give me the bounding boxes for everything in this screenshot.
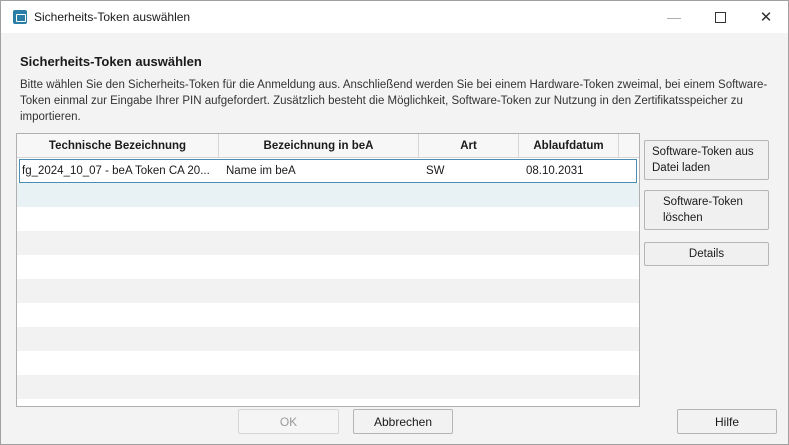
empty-row bbox=[17, 207, 639, 231]
dialog-window: Sicherheits-Token auswählen — ✕ Sicherhe… bbox=[0, 0, 789, 445]
delete-software-token-button[interactable]: Software-Token löschen bbox=[644, 190, 769, 230]
token-table: Technische Bezeichnung Bezeichnung in be… bbox=[16, 133, 640, 407]
empty-row bbox=[17, 183, 639, 207]
close-icon: ✕ bbox=[759, 9, 773, 26]
maximize-icon bbox=[714, 11, 726, 23]
column-header-name[interactable]: Bezeichnung in beA bbox=[219, 134, 419, 157]
minimize-button[interactable]: — bbox=[651, 1, 697, 33]
dialog-description: Bitte wählen Sie den Sicherheits-Token f… bbox=[20, 79, 768, 123]
cell-expiry: 08.10.2031 bbox=[526, 165, 584, 177]
minimize-icon: — bbox=[667, 9, 681, 25]
empty-row bbox=[17, 255, 639, 279]
empty-row bbox=[17, 351, 639, 375]
empty-row bbox=[17, 231, 639, 255]
ok-button[interactable]: OK bbox=[238, 409, 339, 434]
delete-button-label-line2: löschen bbox=[663, 212, 703, 224]
cancel-button[interactable]: Abbrechen bbox=[353, 409, 453, 434]
table-row[interactable]: fg_2024_10_07 - beA Token CA 20... Name … bbox=[19, 159, 637, 183]
cell-name: Name im beA bbox=[226, 165, 296, 177]
cell-technical: fg_2024_10_07 - beA Token CA 20... bbox=[22, 165, 210, 177]
dialog-heading: Sicherheits-Token auswählen bbox=[20, 54, 202, 69]
window-title: Sicherheits-Token auswählen bbox=[34, 10, 191, 24]
column-header-expiry[interactable]: Ablaufdatum bbox=[519, 134, 619, 157]
title-bar: Sicherheits-Token auswählen — ✕ bbox=[1, 1, 788, 33]
help-button[interactable]: Hilfe bbox=[677, 409, 777, 434]
load-button-label-line2: Datei laden bbox=[652, 162, 711, 174]
column-header-technical[interactable]: Technische Bezeichnung bbox=[17, 134, 219, 157]
table-header: Technische Bezeichnung Bezeichnung in be… bbox=[17, 134, 639, 158]
app-icon bbox=[13, 10, 27, 24]
empty-row bbox=[17, 303, 639, 327]
empty-row bbox=[17, 375, 639, 399]
empty-row bbox=[17, 327, 639, 351]
dialog-content: Sicherheits-Token auswählen Bitte wählen… bbox=[1, 33, 788, 444]
load-software-token-button[interactable]: Software-Token aus Datei laden bbox=[644, 140, 769, 180]
cell-type: SW bbox=[426, 165, 445, 177]
empty-row bbox=[17, 279, 639, 303]
delete-button-label-line1: Software-Token bbox=[663, 196, 743, 208]
load-button-label-line1: Software-Token aus bbox=[652, 146, 754, 158]
empty-row bbox=[17, 399, 639, 406]
details-button[interactable]: Details bbox=[644, 242, 769, 266]
column-header-type[interactable]: Art bbox=[419, 134, 519, 157]
column-header-filler bbox=[619, 134, 639, 157]
maximize-button[interactable] bbox=[697, 1, 743, 33]
close-button[interactable]: ✕ bbox=[743, 1, 789, 33]
